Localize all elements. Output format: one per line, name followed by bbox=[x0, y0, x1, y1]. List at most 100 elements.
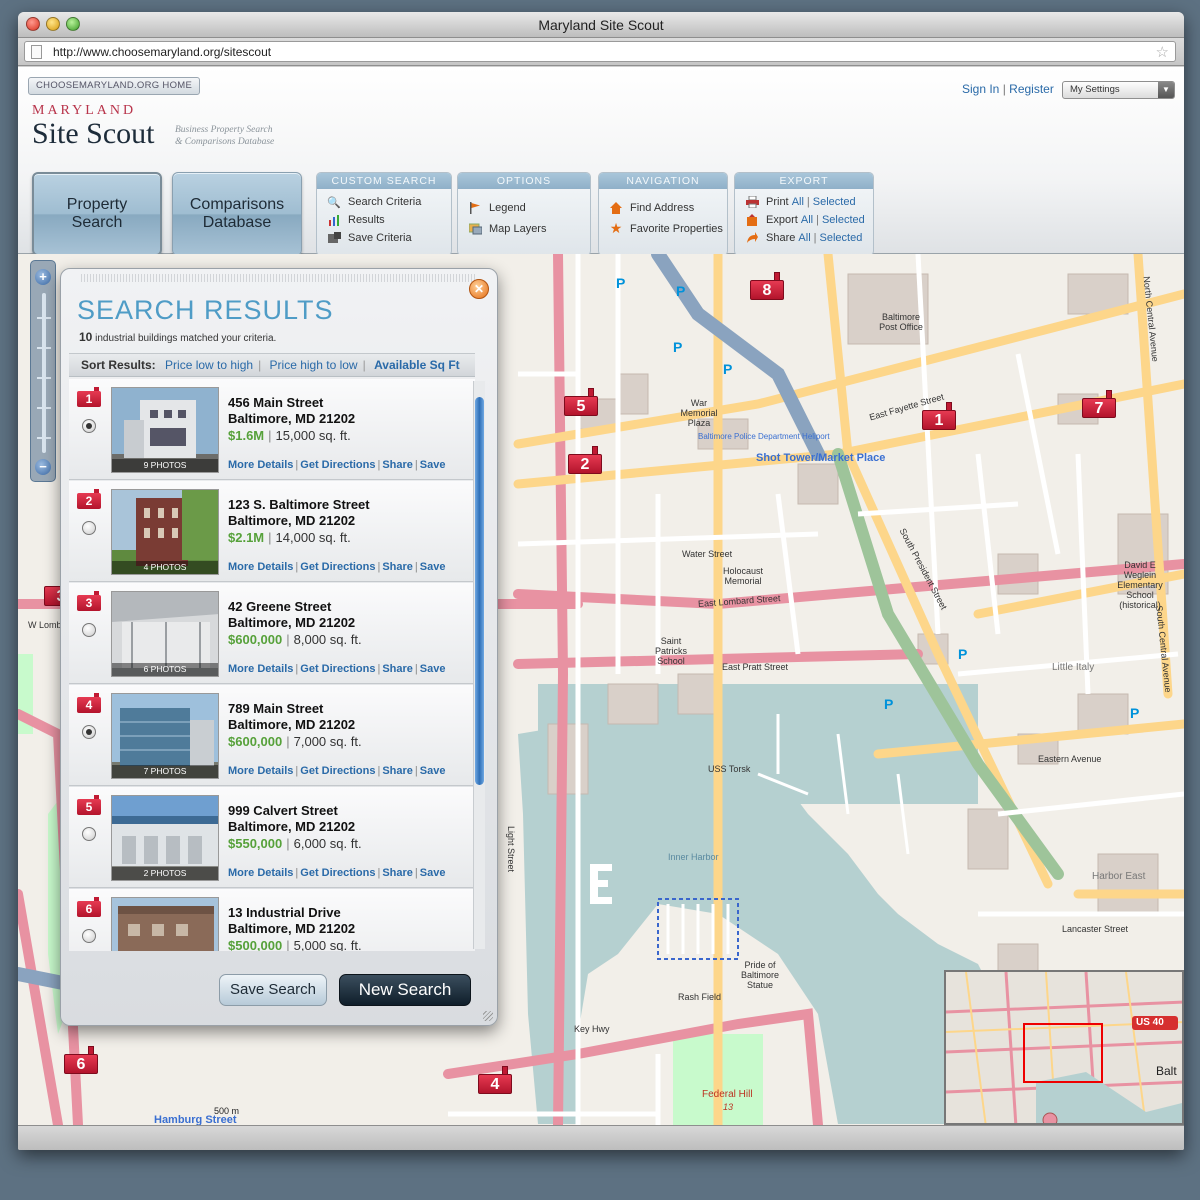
more-details-link[interactable]: More Details bbox=[228, 459, 293, 471]
close-icon[interactable]: ✕ bbox=[469, 279, 489, 299]
url-text[interactable]: http://www.choosemaryland.org/sitescout bbox=[53, 45, 271, 59]
more-details-link[interactable]: More Details bbox=[228, 663, 293, 675]
zoom-slider-handle[interactable] bbox=[37, 347, 51, 349]
share-all-link[interactable]: All bbox=[798, 232, 810, 244]
result-select-radio[interactable] bbox=[82, 521, 96, 535]
property-search-label-1: Property bbox=[66, 196, 128, 213]
get-directions-link[interactable]: Get Directions bbox=[300, 765, 375, 777]
share-link[interactable]: Share bbox=[382, 663, 413, 675]
property-photo[interactable]: 4 PHOTOS bbox=[111, 489, 219, 575]
property-photo[interactable]: 6 PHOTOS bbox=[111, 591, 219, 677]
zoom-out-icon[interactable]: − bbox=[35, 459, 51, 475]
resize-handle-icon[interactable] bbox=[483, 1011, 493, 1021]
result-select-radio[interactable] bbox=[82, 827, 96, 841]
home-link-button[interactable]: CHOOSEMARYLAND.ORG HOME bbox=[28, 77, 201, 95]
share-link[interactable]: Share bbox=[382, 867, 413, 879]
star-icon: ★ bbox=[609, 220, 623, 236]
save-criteria-item[interactable]: Save Criteria bbox=[327, 229, 451, 247]
result-select-radio[interactable] bbox=[82, 623, 96, 637]
bookmark-star-icon[interactable]: ☆ bbox=[1156, 43, 1169, 61]
share-link[interactable]: Share bbox=[382, 765, 413, 777]
map-marker-6[interactable]: 6 bbox=[64, 1046, 98, 1074]
brand-logo[interactable]: Site Scout bbox=[32, 117, 155, 151]
settings-dropdown[interactable]: My Settings ▼ bbox=[1062, 81, 1175, 99]
property-city: Baltimore, MD 21202 bbox=[228, 819, 356, 834]
get-directions-link[interactable]: Get Directions bbox=[300, 867, 375, 879]
result-select-radio[interactable] bbox=[82, 929, 96, 943]
save-search-button[interactable]: Save Search bbox=[219, 974, 327, 1006]
property-search-button[interactable]: Property Search bbox=[32, 172, 162, 256]
navigation-title: NAVIGATION bbox=[599, 173, 727, 189]
legend-item[interactable]: Legend bbox=[468, 197, 590, 218]
sign-in-link[interactable]: Sign In bbox=[962, 82, 999, 96]
register-link[interactable]: Register bbox=[1009, 82, 1054, 96]
favorite-properties-item[interactable]: ★ Favorite Properties bbox=[609, 218, 727, 239]
map-marker-1[interactable]: 1 bbox=[922, 402, 956, 430]
share-link[interactable]: Share bbox=[382, 561, 413, 573]
property-photo[interactable]: 7 PHOTOS bbox=[111, 693, 219, 779]
result-select-radio[interactable] bbox=[82, 419, 96, 433]
photo-count: 7 PHOTOS bbox=[112, 765, 218, 778]
list-item[interactable]: 2 4 PHOTOS 123 S. Baltimore Street Balti… bbox=[69, 481, 475, 582]
list-item[interactable]: 1 9 PHOTOS 456 Main Street Baltimore, MD… bbox=[69, 379, 475, 480]
share-link[interactable]: Share bbox=[382, 459, 413, 471]
save-link[interactable]: Save bbox=[420, 561, 446, 573]
export-all-link[interactable]: All bbox=[801, 214, 813, 226]
export-selected-link[interactable]: Selected bbox=[822, 214, 865, 226]
map-label-david-weglein: David E Weglein Elementary School (histo… bbox=[1117, 560, 1163, 610]
property-price: $600,000 bbox=[228, 734, 283, 749]
overview-map[interactable]: US 40 Balt bbox=[944, 970, 1184, 1125]
list-item[interactable]: 3 6 PHOTOS 42 Greene Street Baltimore, M… bbox=[69, 583, 475, 684]
more-details-link[interactable]: More Details bbox=[228, 561, 293, 573]
list-item[interactable]: 6 13 Industrial Drive Baltimore, MD 2120… bbox=[69, 889, 475, 951]
zoom-in-icon[interactable]: + bbox=[35, 269, 51, 285]
property-photo[interactable] bbox=[111, 897, 219, 951]
save-link[interactable]: Save bbox=[420, 765, 446, 777]
dialog-drag-handle[interactable] bbox=[81, 274, 477, 282]
list-item[interactable]: 4 7 PHOTOS 789 Main Street Baltimore, MD… bbox=[69, 685, 475, 786]
new-search-button[interactable]: New Search bbox=[339, 974, 471, 1006]
property-photo[interactable]: 9 PHOTOS bbox=[111, 387, 219, 473]
find-address-item[interactable]: Find Address bbox=[609, 197, 727, 218]
search-criteria-item[interactable]: 🔍 Search Criteria bbox=[327, 193, 451, 211]
share-selected-link[interactable]: Selected bbox=[820, 232, 863, 244]
map-marker-5[interactable]: 5 bbox=[564, 388, 598, 416]
map-label-federal-hill: Federal Hill bbox=[702, 1089, 753, 1100]
more-details-link[interactable]: More Details bbox=[228, 867, 293, 879]
get-directions-link[interactable]: Get Directions bbox=[300, 459, 375, 471]
property-price-line: $600,000 | 8,000 sq. ft. bbox=[228, 632, 362, 647]
save-link[interactable]: Save bbox=[420, 867, 446, 879]
print-all-link[interactable]: All bbox=[792, 196, 804, 208]
get-directions-link[interactable]: Get Directions bbox=[300, 663, 375, 675]
property-city: Baltimore, MD 21202 bbox=[228, 717, 356, 732]
list-item[interactable]: 5 2 PHOTOS 999 Calvert Street Baltimore,… bbox=[69, 787, 475, 888]
comparisons-database-button[interactable]: Comparisons Database bbox=[172, 172, 302, 256]
print-selected-link[interactable]: Selected bbox=[813, 196, 856, 208]
more-details-link[interactable]: More Details bbox=[228, 765, 293, 777]
save-link[interactable]: Save bbox=[420, 663, 446, 675]
sort-price-low-high[interactable]: Price low to high bbox=[165, 358, 253, 372]
search-criteria-label: Search Criteria bbox=[348, 196, 422, 208]
results-scrollbar[interactable] bbox=[473, 381, 485, 949]
result-number-badge: 3 bbox=[77, 591, 101, 611]
results-item[interactable]: Results bbox=[327, 211, 451, 229]
brand-tagline: Business Property Search & Comparisons D… bbox=[175, 124, 274, 148]
map-label-lancaster: Lancaster Street bbox=[1062, 924, 1129, 934]
map-layers-item[interactable]: Map Layers bbox=[468, 218, 590, 239]
sort-available-sqft[interactable]: Available Sq Ft bbox=[374, 358, 460, 372]
map-marker-7[interactable]: 7 bbox=[1082, 390, 1116, 418]
map-marker-4[interactable]: 4 bbox=[478, 1066, 512, 1094]
property-photo[interactable]: 2 PHOTOS bbox=[111, 795, 219, 881]
title-bar: Maryland Site Scout bbox=[18, 12, 1184, 38]
save-link[interactable]: Save bbox=[420, 459, 446, 471]
map-label-uss-torsk: USS Torsk bbox=[708, 764, 751, 774]
result-select-radio[interactable] bbox=[82, 725, 96, 739]
map-marker-2[interactable]: 2 bbox=[568, 446, 602, 474]
export-panel: EXPORT Print All | Selected Export All | Sel… bbox=[734, 172, 874, 256]
map-marker-8[interactable]: 8 bbox=[750, 272, 784, 300]
sort-price-high-low[interactable]: Price high to low bbox=[270, 358, 358, 372]
address-field[interactable]: http://www.choosemaryland.org/sitescout … bbox=[24, 41, 1176, 62]
get-directions-link[interactable]: Get Directions bbox=[300, 561, 375, 573]
scrollbar-thumb[interactable] bbox=[475, 397, 484, 785]
property-sqft: 14,000 sq. ft. bbox=[275, 530, 351, 545]
